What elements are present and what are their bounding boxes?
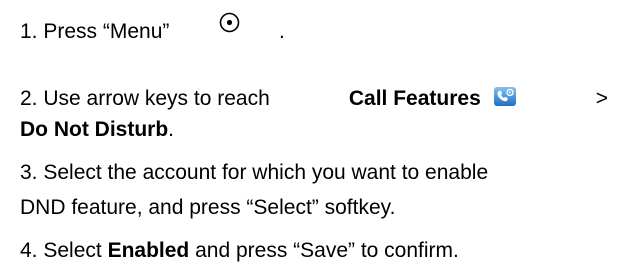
step-4-suffix: and press “Save” to confirm. — [195, 239, 459, 262]
do-not-disturb-label: Do Not Disturb — [20, 118, 169, 141]
enabled-label: Enabled — [107, 239, 190, 262]
step-1: 1. Press “Menu” . — [20, 12, 285, 44]
step-2-call-features-group: Call Features — [349, 86, 517, 111]
step-3-line-1: 3. Select the account for which you want… — [20, 161, 489, 184]
step-1-text: 1. Press “Menu” — [20, 20, 170, 43]
step-2-separator: > — [595, 86, 608, 110]
menu-circle-icon — [219, 12, 240, 33]
call-features-label: Call Features — [348, 87, 481, 110]
step-4-prefix: 4. Select — [20, 239, 102, 262]
step-4: 4. Select Enabled and press “Save” to co… — [20, 239, 459, 263]
step-2-line-2: Do Not Disturb. — [20, 118, 174, 142]
call-features-icon — [493, 87, 516, 106]
step-2-prefix: 2. Use arrow keys to reach — [20, 86, 270, 110]
step-2-line-1: 2. Use arrow keys to reach Call Features… — [20, 86, 608, 111]
step-3-line-2: DND feature, and press “Select” softkey. — [20, 196, 396, 219]
step-2-end: . — [168, 118, 174, 141]
step-1-period: . — [279, 20, 285, 43]
